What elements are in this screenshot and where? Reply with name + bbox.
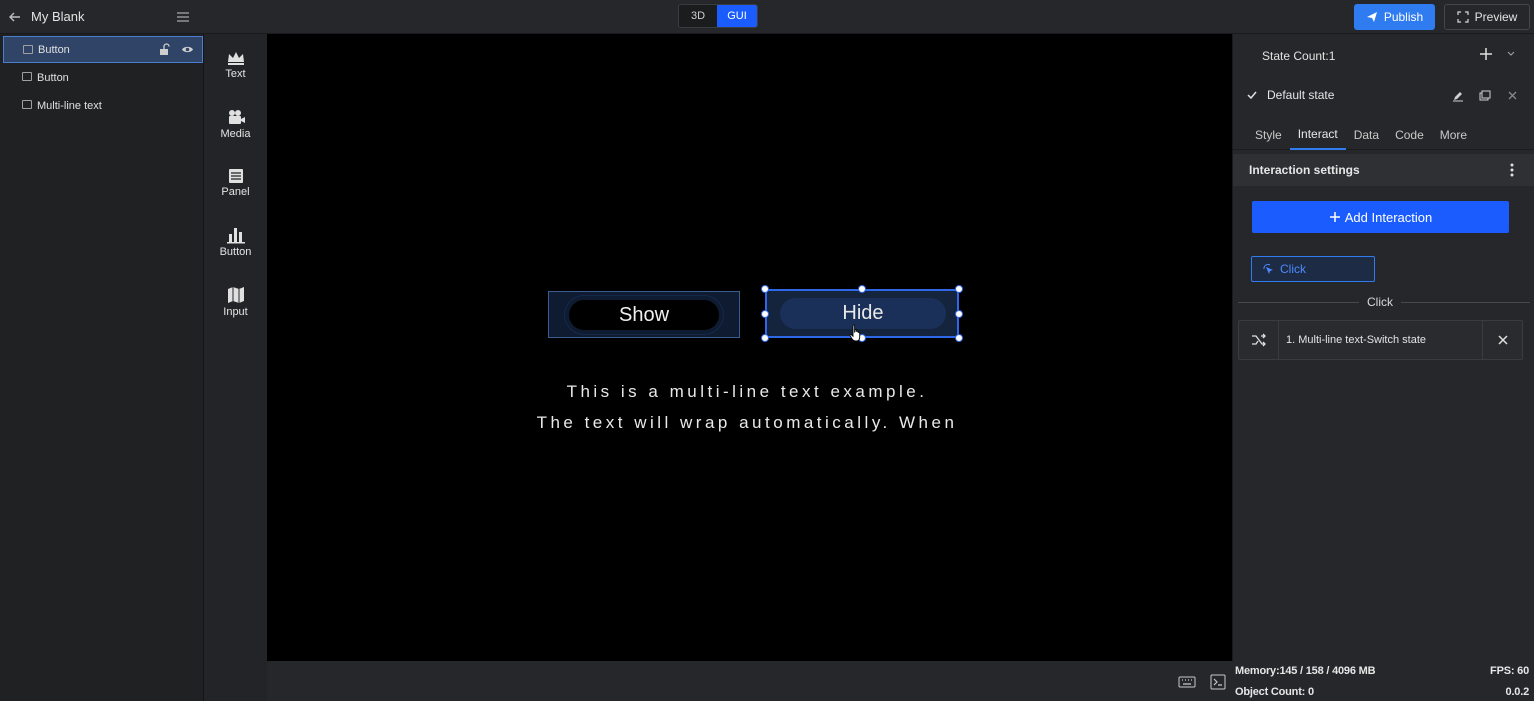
resize-handle-right[interactable] <box>955 310 963 318</box>
unlock-icon[interactable] <box>158 43 171 56</box>
layer-item-button-1[interactable]: Button <box>3 36 203 63</box>
panel-icon <box>228 169 243 183</box>
interaction-action-row[interactable]: 1. Multi-line text-Switch state <box>1238 320 1523 360</box>
component-text[interactable]: Text <box>204 50 267 100</box>
layer-tools <box>158 43 194 56</box>
tab-interact[interactable]: Interact <box>1289 120 1346 150</box>
tab-more[interactable]: More <box>1432 120 1475 150</box>
event-chip-label: Click <box>1280 262 1306 276</box>
action-label: 1. Multi-line text-Switch state <box>1286 334 1426 346</box>
show-button[interactable]: Show <box>548 291 740 338</box>
crown-icon <box>227 52 244 65</box>
component-input[interactable]: Input <box>204 286 267 336</box>
hamburger-menu-icon[interactable] <box>175 9 191 25</box>
eye-icon[interactable] <box>181 43 194 56</box>
resize-handle-top-left[interactable] <box>761 285 769 293</box>
layers-panel: Button Button Multi-line text <box>0 34 204 701</box>
interaction-settings-header: Interaction settings <box>1233 154 1534 186</box>
layer-item-button-2[interactable]: Button <box>3 64 203 91</box>
layer-label: Button <box>37 71 69 84</box>
tab-code[interactable]: Code <box>1387 120 1432 150</box>
property-tabs: Style Interact Data Code More <box>1233 120 1534 150</box>
resize-handle-left[interactable] <box>761 310 769 318</box>
state-count-label: State Count:1 <box>1262 49 1336 63</box>
fullscreen-icon <box>1457 11 1469 23</box>
event-click-chip[interactable]: Click <box>1251 256 1375 282</box>
component-label: Media <box>220 128 251 140</box>
send-icon <box>1366 12 1377 22</box>
edit-icon[interactable] <box>1452 90 1464 102</box>
hand-cursor-icon <box>849 324 863 345</box>
layer-item-multiline-text[interactable]: Multi-line text <box>3 92 203 119</box>
section-title: Interaction settings <box>1249 163 1360 177</box>
default-state-label: Default state <box>1267 88 1335 102</box>
component-label: Text <box>225 68 246 80</box>
multiline-text-line-1: This is a multi-line text example. <box>566 382 928 401</box>
component-panel[interactable]: Panel <box>204 168 267 218</box>
memory-stat: Memory:145 / 158 / 4096 MB <box>1235 665 1376 677</box>
canvas-status-bar <box>267 661 1232 701</box>
resize-handle-top-right[interactable] <box>955 285 963 293</box>
tab-data[interactable]: Data <box>1346 120 1387 150</box>
top-bar: My Blank 3D GUI Publish Preview <box>0 0 1534 34</box>
component-label: Input <box>223 306 248 318</box>
divider-label: Click <box>1359 295 1401 309</box>
plus-icon <box>1329 212 1340 222</box>
component-toolbar: Text Media Panel Button Input <box>204 34 267 701</box>
mode-gui-button[interactable]: GUI <box>717 5 757 27</box>
chart-bars-icon <box>226 228 245 244</box>
publish-label: Publish <box>1383 10 1424 24</box>
layer-type-icon <box>22 72 32 81</box>
add-interaction-label: Add Interaction <box>1344 209 1433 225</box>
fps-stat: FPS: 60 <box>1490 665 1529 677</box>
mode-3d-button[interactable]: 3D <box>679 5 717 27</box>
copy-icon[interactable] <box>1479 90 1491 102</box>
multiline-text-element[interactable]: This is a multi-line text example. The t… <box>522 376 972 438</box>
click-pointer-icon <box>1263 263 1273 274</box>
project-title: My Blank <box>31 9 85 24</box>
component-label: Button <box>219 246 252 258</box>
properties-panel: State Count:1 Default state Style Intera… <box>1232 34 1534 701</box>
editor-app: My Blank 3D GUI Publish Preview Button B… <box>0 0 1534 701</box>
remove-action-icon[interactable] <box>1482 321 1522 359</box>
layer-type-icon <box>22 100 32 109</box>
add-interaction-button[interactable]: Add Interaction <box>1252 201 1509 233</box>
object-count-stat: Object Count: 0 <box>1235 686 1314 698</box>
component-media[interactable]: Media <box>204 108 267 158</box>
shuffle-icon <box>1239 321 1279 359</box>
performance-stats: Memory:145 / 158 / 4096 MB FPS: 60 Objec… <box>1232 661 1534 701</box>
keyboard-icon[interactable] <box>1176 673 1198 691</box>
design-canvas[interactable]: Show Hide This is a multi-line text exam… <box>267 34 1232 661</box>
version-label: 0.0.2 <box>1505 686 1530 698</box>
close-icon[interactable] <box>1507 90 1518 101</box>
more-options-icon[interactable] <box>1509 162 1515 178</box>
resize-handle-top[interactable] <box>858 285 866 293</box>
default-state-row[interactable]: Default state <box>1233 82 1534 110</box>
component-label: Panel <box>221 186 250 198</box>
multiline-text-line-2: The text will wrap automatically. When <box>536 413 958 432</box>
show-button-label: Show <box>569 300 719 330</box>
publish-button[interactable]: Publish <box>1354 4 1435 30</box>
terminal-icon[interactable] <box>1207 673 1229 691</box>
layer-label: Button <box>38 43 70 56</box>
mode-toggle: 3D GUI <box>678 4 758 28</box>
back-arrow-icon[interactable] <box>6 8 24 26</box>
tab-style[interactable]: Style <box>1247 120 1290 150</box>
component-button[interactable]: Button <box>204 226 267 276</box>
layer-type-icon <box>23 45 33 54</box>
check-icon <box>1247 91 1257 100</box>
media-icon <box>228 110 245 124</box>
map-icon <box>227 287 244 303</box>
add-state-icon[interactable] <box>1479 47 1493 61</box>
resize-handle-bottom-right[interactable] <box>955 334 963 342</box>
preview-label: Preview <box>1474 10 1518 24</box>
resize-handle-bottom-left[interactable] <box>761 334 769 342</box>
hide-button-label: Hide <box>780 298 946 329</box>
chevron-down-icon[interactable] <box>1506 50 1516 58</box>
preview-button[interactable]: Preview <box>1444 4 1530 30</box>
layer-label: Multi-line text <box>37 99 102 112</box>
